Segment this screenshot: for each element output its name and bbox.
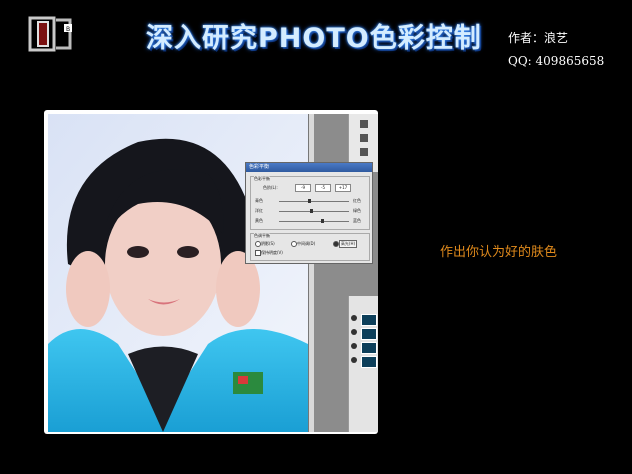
slider-right-label: 蓝色 [353, 218, 361, 223]
tool-icon[interactable] [360, 120, 368, 128]
layer-thumbnail [361, 328, 377, 340]
dialog-title: 色彩平衡 [246, 163, 372, 172]
tone-label: 阴影(S) [261, 241, 275, 246]
svg-text:B: B [66, 26, 70, 33]
layer-thumbnail [361, 342, 377, 354]
slider-track [279, 201, 349, 202]
eye-icon[interactable] [351, 343, 357, 349]
slider-thumb[interactable] [320, 219, 324, 223]
slider-left-label: 青色 [255, 198, 263, 203]
eye-icon[interactable] [351, 357, 357, 363]
layer-row[interactable] [351, 314, 377, 326]
group-label: 色调平衡 [254, 233, 270, 239]
level-field-1[interactable]: -9 [295, 184, 311, 192]
author-text: 作者：浪艺 [508, 31, 569, 45]
preserve-luminosity-label: 保持明度(V) [261, 250, 283, 255]
layer-row[interactable] [351, 356, 377, 368]
tone-label: 中间调(D) [297, 241, 316, 246]
level-field-2[interactable]: -5 [315, 184, 331, 192]
level-field-3[interactable]: +17 [335, 184, 351, 192]
tool-icon[interactable] [360, 134, 368, 142]
qq-text: QQ: 409865658 [508, 54, 605, 68]
photoshop-screenshot: 色彩平衡 色彩平衡 色阶(L): -9 -5 +17 青色 红色 洋红 绿色 黄… [44, 110, 378, 434]
color-balance-dialog: 色彩平衡 色彩平衡 色阶(L): -9 -5 +17 青色 红色 洋红 绿色 黄… [245, 162, 373, 264]
slider-thumb[interactable] [308, 199, 312, 203]
tone-balance-group: 色调平衡 阴影(S) 中间调(D) 高光(H) 保持明度(V) [250, 233, 370, 261]
slider-left-label: 黄色 [255, 218, 263, 223]
slider-left-label: 洋红 [255, 208, 263, 213]
brand-logo: B [24, 12, 124, 56]
layer-thumbnail [361, 314, 377, 326]
slider-thumb[interactable] [309, 209, 313, 213]
eye-icon[interactable] [351, 329, 357, 335]
page-title: 深入研究PHOTO色彩控制 [146, 23, 482, 54]
layer-row[interactable] [351, 342, 377, 354]
tool-icon[interactable] [360, 148, 368, 156]
layer-thumbnail [361, 356, 377, 368]
instruction-text: 作出你认为好的肤色 [440, 245, 558, 260]
layers-panel [348, 296, 378, 432]
tone-label: 高光(H) [339, 240, 357, 248]
layer-row[interactable] [351, 328, 377, 340]
slider-right-label: 红色 [353, 198, 361, 203]
slider-track [279, 211, 349, 212]
group-label: 色彩平衡 [254, 176, 270, 182]
eye-icon[interactable] [351, 315, 357, 321]
slider-track [279, 221, 349, 222]
color-balance-group: 色彩平衡 色阶(L): -9 -5 +17 青色 红色 洋红 绿色 黄色 蓝色 [250, 176, 370, 230]
levels-label: 色阶(L): [263, 185, 278, 190]
slider-right-label: 绿色 [353, 208, 361, 213]
